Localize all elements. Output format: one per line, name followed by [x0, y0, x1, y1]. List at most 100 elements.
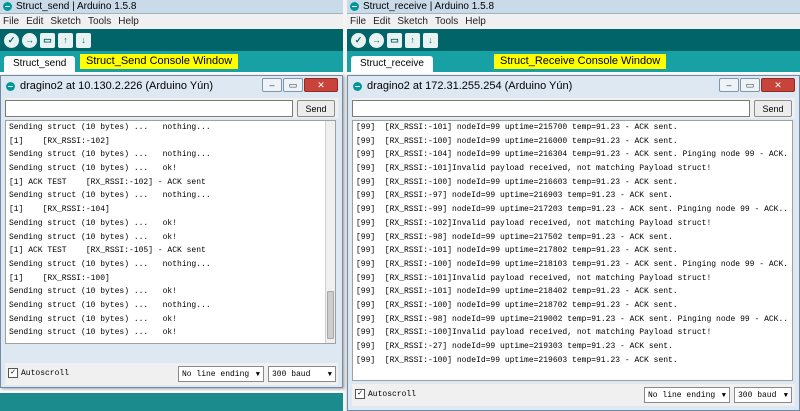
- close-icon[interactable]: ✕: [761, 78, 795, 92]
- right-autoscroll-checkbox[interactable]: ✓: [355, 389, 365, 399]
- serial-output-line: [99] [RX_RSSI:-101]Invalid payload recei…: [356, 164, 712, 174]
- left-menubar: File Edit Sketch Tools Help: [0, 14, 343, 29]
- arduino-logo-icon: [6, 81, 15, 91]
- right-toolbar: ✓ → ▭ ↑ ↓: [347, 29, 800, 51]
- serial-output-line: [99] [RX_RSSI:-100] nodeId=99 uptime=218…: [356, 300, 678, 310]
- left-scroll-thumb[interactable]: [327, 291, 334, 339]
- serial-output-line: [1] [RX_RSSI:-100]: [9, 273, 110, 283]
- left-autoscroll[interactable]: ✓ Autoscroll: [8, 368, 69, 378]
- right-serial-lines: [99] [RX_RSSI:-101] nodeId=99 uptime=215…: [356, 121, 789, 367]
- right-serial-input[interactable]: [352, 100, 750, 117]
- menu-edit[interactable]: Edit: [26, 16, 43, 27]
- right-line-ending-value: No line ending: [648, 390, 716, 400]
- verify-check-icon[interactable]: ✓: [351, 32, 366, 48]
- serial-output-line: Sending struct (10 bytes) ... ok!: [9, 287, 178, 297]
- serial-output-line: [99] [RX_RSSI:-101] nodeId=99 uptime=215…: [356, 123, 678, 132]
- left-autoscroll-checkbox[interactable]: ✓: [8, 368, 18, 378]
- serial-output-line: Sending struct (10 bytes) ... nothing...: [9, 150, 211, 160]
- screenshot-stage: Struct_send | Arduino 1.5.8 File Edit Sk…: [0, 0, 800, 411]
- left-line-ending-value: No line ending: [182, 369, 250, 379]
- verify-check-icon[interactable]: ✓: [4, 32, 19, 48]
- serial-output-line: Sending struct (10 bytes) ... nothing...: [9, 191, 211, 201]
- minimize-icon[interactable]: –: [262, 78, 282, 92]
- upload-arrow-icon[interactable]: →: [369, 32, 384, 48]
- left-serial-input[interactable]: [5, 100, 293, 117]
- left-send-row: Send: [5, 98, 338, 118]
- left-console-callout: Struct_Send Console Window: [80, 54, 239, 69]
- maximize-icon[interactable]: ▭: [283, 78, 303, 92]
- serial-output-line: [99] [RX_RSSI:-99] nodeId=99 uptime=2172…: [356, 205, 789, 215]
- maximize-icon[interactable]: ▭: [740, 78, 760, 92]
- left-baud-value: 300 baud: [272, 369, 311, 379]
- serial-output-line: [99] [RX_RSSI:-102]Invalid payload recei…: [356, 218, 712, 228]
- left-send-button[interactable]: Send: [297, 100, 335, 117]
- menu-file[interactable]: File: [3, 16, 19, 27]
- right-baud-value: 300 baud: [738, 390, 777, 400]
- serial-output-line: [99] [RX_RSSI:-27] nodeId=99 uptime=2193…: [356, 342, 673, 351]
- menu-tools[interactable]: Tools: [88, 16, 111, 27]
- serial-output-line: [1] ACK TEST [RX_RSSI:-105] - ACK sent: [9, 246, 206, 256]
- arduino-logo-icon: [350, 2, 359, 11]
- serial-output-line: [99] [RX_RSSI:-104] nodeId=99 uptime=216…: [356, 150, 789, 160]
- serial-output-line: Sending struct (10 bytes) ... nothing...: [9, 300, 211, 310]
- left-toolbar: ✓ → ▭ ↑ ↓: [0, 29, 343, 51]
- right-serial-monitor: dragino2 at 172.31.255.254 (Arduino Yún)…: [347, 75, 800, 411]
- right-window-title: Struct_receive | Arduino 1.5.8: [363, 1, 495, 12]
- serial-output-line: [99] [RX_RSSI:-100] nodeId=99 uptime=216…: [356, 177, 678, 187]
- menu-help[interactable]: Help: [465, 16, 486, 27]
- serial-output-line: Sending struct (10 bytes) ... ok!: [9, 328, 178, 338]
- right-autoscroll[interactable]: ✓ Autoscroll: [355, 389, 416, 399]
- serial-output-line: [99] [RX_RSSI:-98] nodeId=99 uptime=2190…: [356, 314, 789, 324]
- left-vertical-scrollbar[interactable]: [325, 121, 335, 343]
- left-serial-title: dragino2 at 10.130.2.226 (Arduino Yún): [20, 80, 214, 92]
- right-send-row: Send: [352, 98, 795, 118]
- left-serial-monitor: dragino2 at 10.130.2.226 (Arduino Yún) –…: [0, 75, 343, 388]
- tab-struct-send[interactable]: Struct_send: [4, 56, 76, 72]
- right-serial-titlebar: dragino2 at 172.31.255.254 (Arduino Yún)…: [348, 76, 799, 96]
- serial-output-line: Sending struct (10 bytes) ... nothing...: [9, 123, 211, 132]
- menu-sketch[interactable]: Sketch: [397, 16, 428, 27]
- right-baud-select[interactable]: 300 baud ▼: [734, 387, 792, 403]
- serial-output-line: Sending struct (10 bytes) ... ok!: [9, 232, 178, 242]
- serial-output-line: [1] [RX_RSSI:-102]: [9, 136, 110, 146]
- chevron-down-icon: ▼: [255, 371, 260, 379]
- right-console-callout: Struct_Receive Console Window: [494, 54, 667, 69]
- menu-edit[interactable]: Edit: [373, 16, 390, 27]
- open-up-arrow-icon[interactable]: ↑: [405, 32, 420, 48]
- left-serial-footer: ✓ Autoscroll No line ending ▼ 300 baud ▼: [5, 363, 338, 385]
- right-line-ending-select[interactable]: No line ending ▼: [644, 387, 730, 403]
- serial-output-line: [99] [RX_RSSI:-101] nodeId=99 uptime=218…: [356, 287, 678, 297]
- close-icon[interactable]: ✕: [304, 78, 338, 92]
- tab-struct-receive[interactable]: Struct_receive: [351, 56, 433, 72]
- serial-output-line: [99] [RX_RSSI:-97] nodeId=99 uptime=2169…: [356, 191, 673, 201]
- left-line-ending-select[interactable]: No line ending ▼: [178, 366, 264, 382]
- open-up-arrow-icon[interactable]: ↑: [58, 32, 73, 48]
- left-autoscroll-label: Autoscroll: [21, 368, 70, 378]
- menu-help[interactable]: Help: [118, 16, 139, 27]
- right-send-button[interactable]: Send: [754, 100, 792, 117]
- menu-file[interactable]: File: [350, 16, 366, 27]
- chevron-down-icon: ▼: [327, 371, 332, 379]
- new-file-icon[interactable]: ▭: [40, 32, 55, 48]
- save-down-arrow-icon[interactable]: ↓: [76, 32, 91, 48]
- serial-output-line: Sending struct (10 bytes) ... nothing...: [9, 259, 211, 269]
- left-serial-output: Sending struct (10 bytes) ... nothing...…: [5, 120, 336, 344]
- new-file-icon[interactable]: ▭: [387, 32, 402, 48]
- arduino-logo-icon: [3, 2, 12, 11]
- right-titlebar: Struct_receive | Arduino 1.5.8: [347, 0, 800, 14]
- left-status-strip: [0, 393, 343, 411]
- left-serial-titlebar: dragino2 at 10.130.2.226 (Arduino Yún) –…: [1, 76, 342, 96]
- serial-output-line: [1] ACK TEST [RX_RSSI:-102] - ACK sent: [9, 177, 206, 187]
- menu-sketch[interactable]: Sketch: [50, 16, 81, 27]
- menu-tools[interactable]: Tools: [435, 16, 458, 27]
- save-down-arrow-icon[interactable]: ↓: [423, 32, 438, 48]
- chevron-down-icon: ▼: [783, 392, 788, 400]
- left-tabbar: Struct_send Struct_Send Console Window: [0, 51, 343, 72]
- serial-output-line: [99] [RX_RSSI:-101] nodeId=99 uptime=217…: [356, 246, 678, 256]
- right-menubar: File Edit Sketch Tools Help: [347, 14, 800, 29]
- serial-output-line: [99] [RX_RSSI:-100] nodeId=99 uptime=218…: [356, 259, 789, 269]
- left-baud-select[interactable]: 300 baud ▼: [268, 366, 336, 382]
- minimize-icon[interactable]: –: [719, 78, 739, 92]
- upload-arrow-icon[interactable]: →: [22, 32, 37, 48]
- left-titlebar: Struct_send | Arduino 1.5.8: [0, 0, 343, 14]
